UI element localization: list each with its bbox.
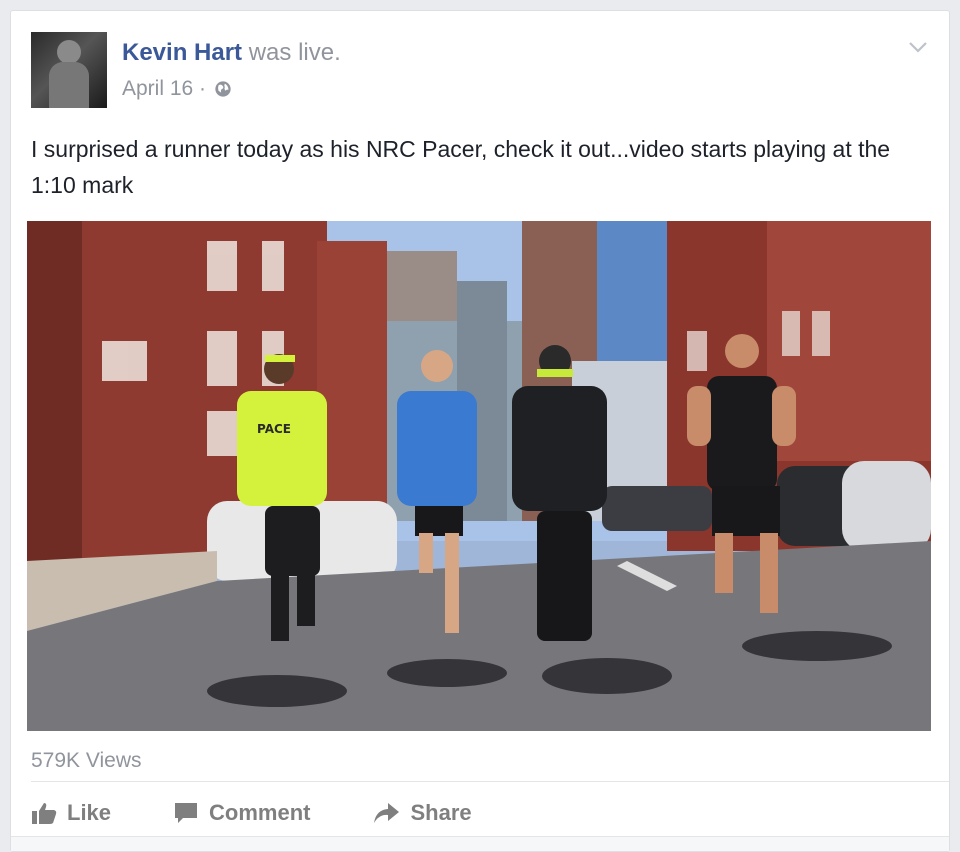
author-avatar[interactable] — [31, 32, 107, 108]
chevron-down-icon[interactable] — [909, 41, 927, 53]
post-message: I surprised a runner today as his NRC Pa… — [31, 136, 891, 198]
comments-strip — [11, 836, 949, 851]
globe-icon[interactable] — [214, 80, 232, 98]
post-meta: April 16 · — [122, 77, 232, 101]
avatar-figure-head — [57, 40, 81, 64]
post-card: Kevin Hart was live. April 16 · I surpri… — [10, 10, 950, 852]
author-name-link[interactable]: Kevin Hart — [122, 39, 242, 66]
post-action-text: was live. — [248, 39, 341, 66]
shirt-text: PACE — [257, 422, 291, 436]
comment-label: Comment — [209, 800, 311, 825]
thumbs-up-icon — [32, 803, 57, 824]
like-button[interactable]: Like — [31, 800, 111, 826]
action-bar: Like Comment Share — [31, 795, 534, 831]
view-count: 579K Views — [31, 749, 142, 772]
post-header: Kevin Hart was live. — [122, 39, 341, 67]
share-label: Share — [410, 800, 472, 825]
like-label: Like — [67, 800, 112, 825]
comment-icon — [175, 803, 198, 823]
divider — [31, 781, 949, 782]
share-button[interactable]: Share — [372, 800, 472, 826]
live-video-player[interactable]: PACE — [27, 221, 931, 731]
share-arrow-icon — [374, 803, 400, 823]
comment-button[interactable]: Comment — [173, 800, 310, 826]
avatar-figure-body — [49, 62, 89, 108]
post-date-link[interactable]: April 16 · — [122, 77, 206, 101]
video-frame: PACE — [27, 221, 931, 731]
